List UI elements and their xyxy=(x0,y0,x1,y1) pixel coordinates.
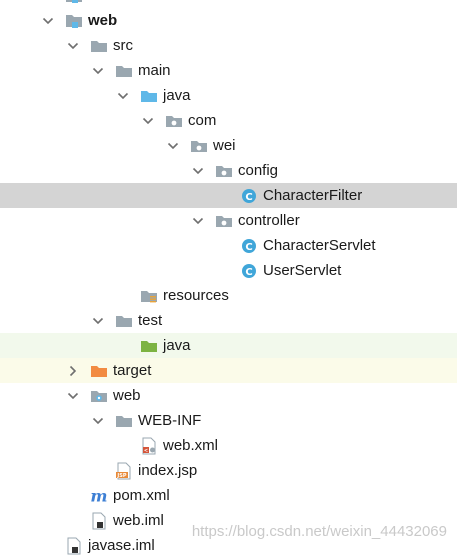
module-folder-icon xyxy=(65,8,83,33)
tree-item-label: main xyxy=(138,62,171,79)
svg-text:m: m xyxy=(90,488,107,504)
tree-item[interactable]: java xyxy=(0,333,457,358)
tree-item-label: thread xyxy=(88,0,134,8)
chevron-right-icon[interactable] xyxy=(65,358,81,383)
excluded-folder-icon xyxy=(90,358,108,383)
tree-item-label: wei xyxy=(213,137,236,154)
tree-item-label: CharacterServlet xyxy=(263,237,376,254)
package-icon xyxy=(215,158,233,183)
source-root-folder-icon xyxy=(140,83,158,108)
tree-item[interactable]: src xyxy=(0,33,457,58)
package-icon xyxy=(165,108,183,133)
tree-item[interactable]: C UserServlet xyxy=(0,258,457,283)
java-class-icon: C xyxy=(240,183,258,208)
chevron-down-icon[interactable] xyxy=(65,33,81,58)
tree-item-label: web xyxy=(88,12,118,29)
tree-item[interactable]: java xyxy=(0,83,457,108)
tree-item[interactable]: C CharacterServlet xyxy=(0,233,457,258)
web-xml-icon: < xyxy=(140,433,158,458)
folder-icon xyxy=(90,33,108,58)
jsp-file-icon: JSP xyxy=(115,458,133,483)
maven-icon: m xyxy=(90,483,108,508)
svg-text:<: < xyxy=(144,448,148,454)
tree-item-label: web xyxy=(113,387,141,404)
tree-item-label: resources xyxy=(163,287,229,304)
svg-text:C: C xyxy=(245,267,252,278)
tree-item-label: javase.iml xyxy=(88,537,155,554)
tree-item[interactable]: com xyxy=(0,108,457,133)
svg-text:C: C xyxy=(245,192,252,203)
folder-icon xyxy=(115,308,133,333)
chevron-down-icon[interactable] xyxy=(115,83,131,108)
tree-item-label: com xyxy=(188,112,217,129)
tree-item[interactable]: WEB-INF xyxy=(0,408,457,433)
tree-item-label: web.xml xyxy=(163,437,219,454)
iml-file-icon xyxy=(90,508,108,533)
tree-item-label: WEB-INF xyxy=(138,412,202,429)
tree-item[interactable]: resources xyxy=(0,283,457,308)
tree-item-label: web.iml xyxy=(113,512,164,529)
folder-icon xyxy=(115,58,133,83)
java-class-icon: C xyxy=(240,233,258,258)
chevron-down-icon[interactable] xyxy=(40,8,56,33)
tree-item[interactable]: JSP index.jsp xyxy=(0,458,457,483)
chevron-down-icon[interactable] xyxy=(90,308,106,333)
iml-file-icon xyxy=(65,533,83,558)
test-source-folder-icon xyxy=(140,333,158,358)
chevron-down-icon[interactable] xyxy=(165,133,181,158)
tree-item[interactable]: thread xyxy=(0,0,457,8)
chevron-down-icon[interactable] xyxy=(90,408,106,433)
tree-item-label: UserServlet xyxy=(263,262,342,279)
watermark: https://blog.csdn.net/weixin_44432069 xyxy=(191,523,447,540)
chevron-down-icon[interactable] xyxy=(140,108,156,133)
tree-item[interactable]: C CharacterFilter xyxy=(0,183,457,208)
tree-item-label: java xyxy=(163,337,191,354)
java-class-icon: C xyxy=(240,258,258,283)
tree-item[interactable]: wei xyxy=(0,133,457,158)
web-folder-icon xyxy=(90,383,108,408)
svg-text:C: C xyxy=(245,242,252,253)
chevron-down-icon[interactable] xyxy=(65,383,81,408)
tree-item[interactable]: < web.xml xyxy=(0,433,457,458)
tree-item[interactable]: m pom.xml xyxy=(0,483,457,508)
tree-item-label: controller xyxy=(238,212,300,229)
package-icon xyxy=(190,133,208,158)
tree-item-label: pom.xml xyxy=(113,487,170,504)
tree-item[interactable]: web xyxy=(0,383,457,408)
chevron-down-icon[interactable] xyxy=(90,58,106,83)
tree-item-label: CharacterFilter xyxy=(263,187,363,204)
tree-item-label: src xyxy=(113,37,133,54)
svg-text:JSP: JSP xyxy=(116,473,126,479)
tree-item[interactable]: config xyxy=(0,158,457,183)
tree-item-label: config xyxy=(238,162,279,179)
tree-item-label: test xyxy=(138,312,163,329)
package-icon xyxy=(215,208,233,233)
tree-item[interactable]: web xyxy=(0,8,457,33)
tree-item-label: java xyxy=(163,87,191,104)
module-folder-icon xyxy=(65,0,83,8)
folder-icon xyxy=(115,408,133,433)
tree-item[interactable]: main xyxy=(0,58,457,83)
tree-item[interactable]: target xyxy=(0,358,457,383)
chevron-down-icon[interactable] xyxy=(190,208,206,233)
tree-item-label: target xyxy=(113,362,152,379)
chevron-down-icon[interactable] xyxy=(40,0,56,8)
resources-folder-icon xyxy=(140,283,158,308)
tree-item[interactable]: controller xyxy=(0,208,457,233)
tree-item-label: index.jsp xyxy=(138,462,198,479)
project-tree: thread web srcmain java com weiconfig C Charact… xyxy=(0,0,457,558)
chevron-down-icon[interactable] xyxy=(190,158,206,183)
tree-item[interactable]: test xyxy=(0,308,457,333)
